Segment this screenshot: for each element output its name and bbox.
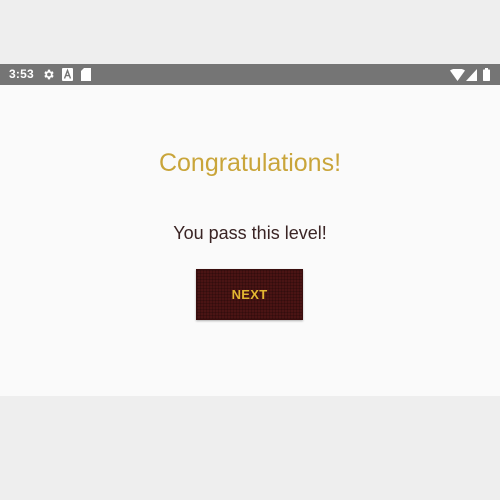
congratulations-title: Congratulations!: [158, 149, 342, 177]
cell-signal-icon: [466, 69, 477, 81]
status-bar: 3:53: [0, 64, 500, 85]
next-button[interactable]: NEXT: [196, 269, 303, 320]
congratulations-screen: Congratulations! You pass this level! NE…: [0, 85, 500, 396]
wifi-icon: [450, 69, 465, 81]
a-notification-icon: [62, 68, 73, 81]
settings-icon: [44, 69, 54, 80]
level-pass-message: You pass this level!: [173, 223, 327, 243]
status-time: 3:53: [9, 67, 34, 81]
battery-icon: [483, 68, 490, 81]
sd-card-icon: [81, 68, 91, 81]
